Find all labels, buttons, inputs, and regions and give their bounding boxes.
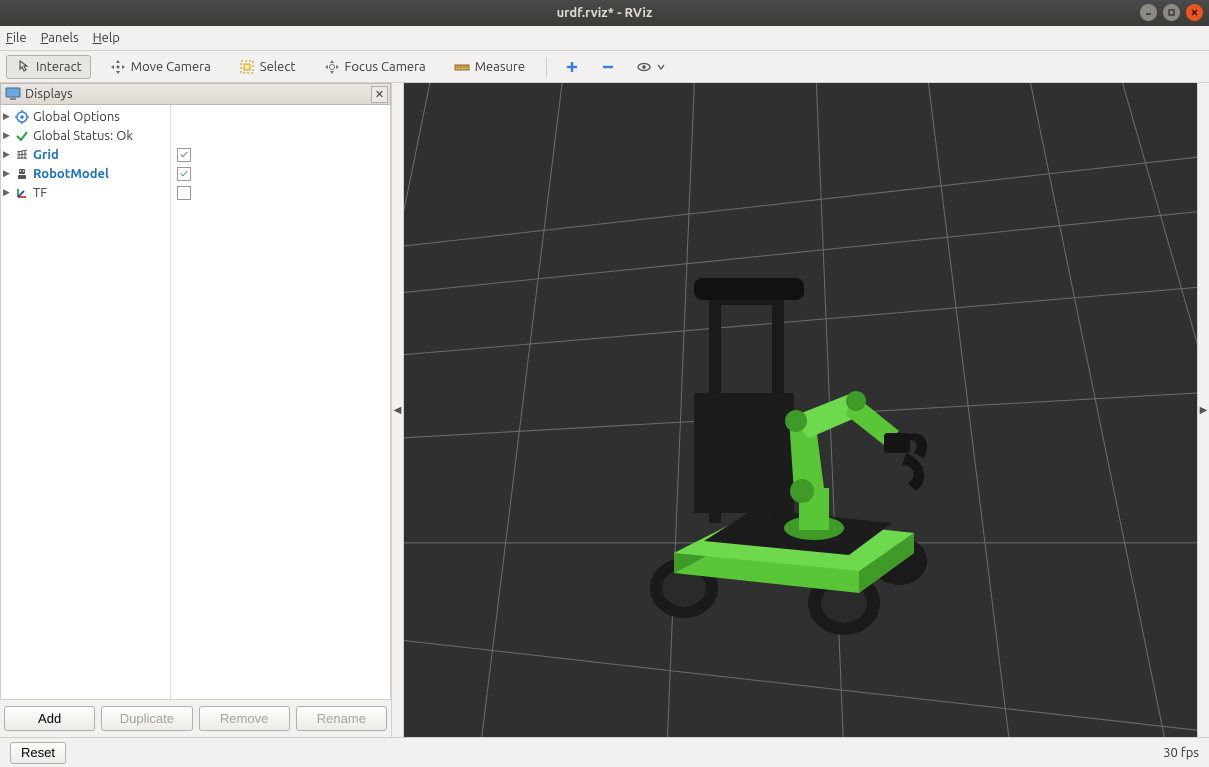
grid-checkbox[interactable]: ✓ [177,148,191,162]
tool-select[interactable]: Select [230,55,305,79]
robot-model [614,183,984,653]
window-controls [1140,4,1203,21]
menu-file[interactable]: File [6,31,27,45]
tf-checkbox[interactable] [177,186,191,200]
collapse-right-handle[interactable]: ▶ [1197,83,1209,737]
toolbar: Interact Move Camera Select Focus Camera… [0,51,1209,83]
tree-value-global-status [171,126,390,145]
remove-button: Remove [199,706,290,731]
expand-icon[interactable]: ▶ [3,149,11,160]
expand-icon[interactable]: ▶ [3,130,11,141]
robot-icon [15,167,29,181]
add-button[interactable]: Add [4,706,95,731]
interact-icon [15,59,31,75]
tree-item-robotmodel[interactable]: ▶ RobotModel [1,164,170,183]
axes-icon [15,186,29,200]
eye-icon [636,59,652,75]
tool-interact[interactable]: Interact [6,55,91,79]
displays-tree-names: ▶ Global Options ▶ Global Status: Ok ▶ G… [1,105,171,699]
tool-move-camera[interactable]: Move Camera [101,55,220,79]
tree-value-robotmodel: ✓ [171,164,390,183]
minus-icon [600,59,616,75]
displays-panel: Displays ✕ ▶ Global Options ▶ Global Sta… [0,83,392,737]
duplicate-button: Duplicate [101,706,192,731]
menu-panels[interactable]: Panels [41,31,79,45]
move-camera-icon [110,59,126,75]
check-icon [15,129,29,143]
chevron-down-icon [657,63,665,71]
status-bar: Reset 30 fps [0,737,1209,767]
3d-viewport[interactable] [404,83,1197,737]
toolbar-separator [546,57,547,77]
tool-add-2d-pose[interactable] [559,55,585,79]
displays-tree: ▶ Global Options ▶ Global Status: Ok ▶ G… [0,105,391,700]
main-area: Displays ✕ ▶ Global Options ▶ Global Sta… [0,83,1209,737]
reset-button[interactable]: Reset [10,742,66,764]
grid-icon [15,148,29,162]
measure-icon [454,59,470,75]
displays-panel-buttons: Add Duplicate Remove Rename [0,700,391,737]
expand-icon[interactable]: ▶ [3,168,11,179]
tool-focus-camera[interactable]: Focus Camera [315,55,435,79]
tool-view-dropdown[interactable] [631,55,670,79]
close-button[interactable] [1186,4,1203,21]
window-title: urdf.rviz* - RViz [557,6,653,20]
expand-icon[interactable]: ▶ [3,187,11,198]
focus-camera-icon [324,59,340,75]
tool-measure[interactable]: Measure [445,55,534,79]
window-titlebar: urdf.rviz* - RViz [0,0,1209,26]
plus-icon [564,59,580,75]
tree-value-grid: ✓ [171,145,390,164]
minimize-button[interactable] [1140,4,1157,21]
displays-panel-close[interactable]: ✕ [371,86,388,103]
rename-button: Rename [296,706,387,731]
fps-label: 30 fps [1163,746,1199,760]
tree-item-grid[interactable]: ▶ Grid [1,145,170,164]
tool-remove[interactable] [595,55,621,79]
tree-value-global-options [171,107,390,126]
monitor-icon [5,87,21,101]
viewport-wrap: ◀ [392,83,1209,737]
robotmodel-checkbox[interactable]: ✓ [177,167,191,181]
displays-panel-header[interactable]: Displays ✕ [0,83,391,105]
tree-item-global-options[interactable]: ▶ Global Options [1,107,170,126]
menu-help[interactable]: Help [93,31,120,45]
menubar: File Panels Help [0,26,1209,51]
tree-item-global-status[interactable]: ▶ Global Status: Ok [1,126,170,145]
displays-tree-values: ✓ ✓ [171,105,390,699]
select-icon [239,59,255,75]
collapse-left-handle[interactable]: ◀ [392,83,404,737]
gear-icon [15,110,29,124]
tree-value-tf [171,183,390,202]
tree-item-tf[interactable]: ▶ TF [1,183,170,202]
expand-icon[interactable]: ▶ [3,111,11,122]
maximize-button[interactable] [1163,4,1180,21]
displays-panel-title: Displays [25,87,73,101]
